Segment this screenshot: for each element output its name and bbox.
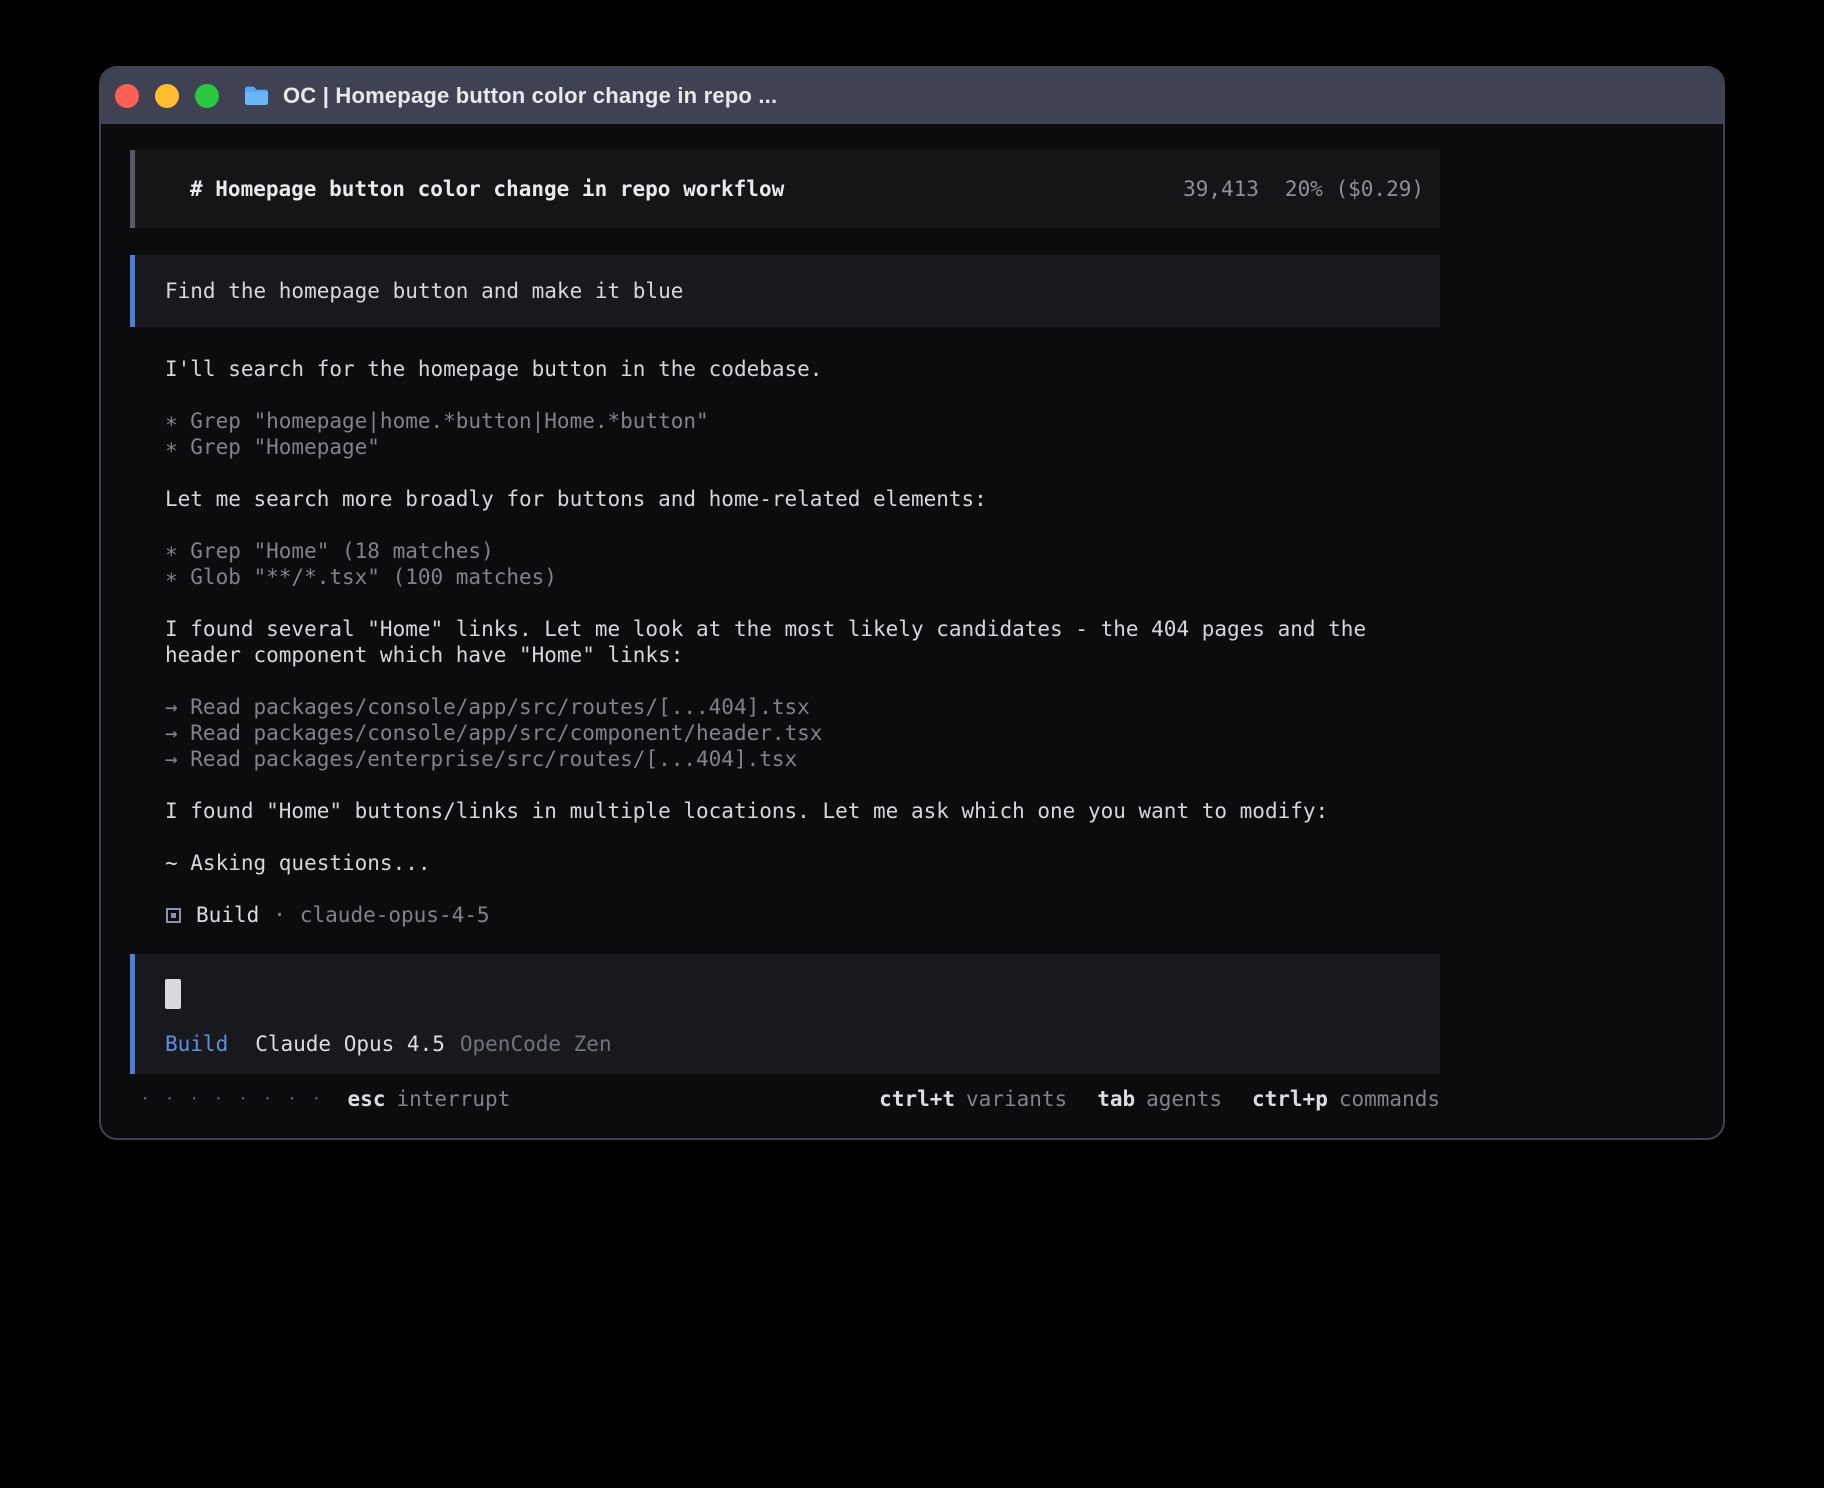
status-line: ~ Asking questions...	[165, 850, 1723, 876]
status-group: ~ Asking questions...	[165, 850, 1723, 876]
input-mode: Build	[165, 1031, 228, 1057]
shortcut-key: tab	[1097, 1086, 1135, 1112]
spinner-dots-icon: · · · · · · · ·	[140, 1086, 324, 1112]
tool-call-grep: ∗ Grep "homepage|home.*button|Home.*butt…	[165, 408, 1723, 434]
text-cursor	[165, 979, 181, 1009]
assistant-message: Let me search more broadly for buttons a…	[165, 486, 1723, 512]
tool-call-read: → Read packages/enterprise/src/routes/[.…	[165, 746, 1723, 772]
shortcut-label: commands	[1339, 1086, 1440, 1112]
window-title: OC | Homepage button color change in rep…	[283, 83, 777, 109]
traffic-lights	[115, 84, 219, 108]
shortcut-variants: ctrl+t variants	[879, 1086, 1067, 1112]
shortcut-key: ctrl+p	[1252, 1086, 1328, 1112]
session-stats: 39,413 20% ($0.29)	[1183, 177, 1424, 201]
tool-call-grep: ∗ Grep "Homepage"	[165, 434, 1723, 460]
input-provider: OpenCode Zen	[460, 1031, 612, 1057]
user-message-text: Find the homepage button and make it blu…	[165, 279, 683, 303]
agent-name: Build	[196, 902, 259, 928]
esc-key-label: esc	[348, 1086, 386, 1112]
tool-call-read: → Read packages/console/app/src/componen…	[165, 720, 1723, 746]
tool-call-group: ∗ Grep "Home" (18 matches) ∗ Glob "**/*.…	[165, 538, 1723, 590]
shortcut-label: agents	[1146, 1086, 1222, 1112]
session-header: # Homepage button color change in repo w…	[130, 150, 1440, 228]
assistant-message: I found "Home" buttons/links in multiple…	[165, 798, 1723, 824]
session-title: # Homepage button color change in repo w…	[190, 177, 1183, 201]
tool-call-group: ∗ Grep "homepage|home.*button|Home.*butt…	[165, 408, 1723, 460]
assistant-message-group: I found several "Home" links. Let me loo…	[165, 616, 1723, 668]
minimize-button[interactable]	[155, 84, 179, 108]
assistant-message: I found several "Home" links. Let me loo…	[165, 616, 1405, 668]
assistant-message-group: Let me search more broadly for buttons a…	[165, 486, 1723, 512]
tool-call-grep: ∗ Grep "Home" (18 matches)	[165, 538, 1723, 564]
tool-call-read: → Read packages/console/app/src/routes/[…	[165, 694, 1723, 720]
context-cost: 20% ($0.29)	[1285, 177, 1424, 201]
window-titlebar: OC | Homepage button color change in rep…	[101, 68, 1723, 124]
terminal-window: OC | Homepage button color change in rep…	[99, 66, 1725, 1140]
shortcut-commands: ctrl+p commands	[1252, 1086, 1440, 1112]
assistant-message: I'll search for the homepage button in t…	[165, 356, 1723, 382]
assistant-message-group: I'll search for the homepage button in t…	[165, 356, 1723, 382]
input-model: Claude Opus 4.5	[255, 1031, 445, 1057]
user-message: Find the homepage button and make it blu…	[130, 255, 1440, 327]
shortcut-agents: tab agents	[1097, 1086, 1222, 1112]
agent-separator: ·	[273, 902, 286, 928]
token-count: 39,413	[1183, 177, 1259, 201]
assistant-message-group: I found "Home" buttons/links in multiple…	[165, 798, 1723, 824]
tool-call-group: → Read packages/console/app/src/routes/[…	[165, 694, 1723, 772]
prompt-input[interactable]: Build Claude Opus 4.5 OpenCode Zen	[130, 954, 1440, 1074]
close-button[interactable]	[115, 84, 139, 108]
interrupt-hint: esc interrupt	[348, 1086, 511, 1112]
shortcut-key: ctrl+t	[879, 1086, 955, 1112]
agent-icon	[165, 907, 182, 924]
input-meta: Build Claude Opus 4.5 OpenCode Zen	[165, 1031, 1440, 1057]
folder-icon	[243, 85, 270, 107]
zoom-button[interactable]	[195, 84, 219, 108]
interrupt-label: interrupt	[396, 1086, 510, 1112]
tool-call-glob: ∗ Glob "**/*.tsx" (100 matches)	[165, 564, 1723, 590]
keyboard-shortcuts: ctrl+t variants tab agents ctrl+p comman…	[879, 1086, 1440, 1112]
shortcut-label: variants	[966, 1086, 1067, 1112]
conversation: I'll search for the homepage button in t…	[165, 356, 1723, 928]
terminal-content: # Homepage button color change in repo w…	[101, 124, 1723, 1112]
titlebar-title-group: OC | Homepage button color change in rep…	[243, 83, 777, 109]
agent-model: claude-opus-4-5	[300, 902, 490, 928]
agent-status-line: Build · claude-opus-4-5	[165, 902, 1723, 928]
status-bar: · · · · · · · · esc interrupt ctrl+t var…	[130, 1086, 1440, 1112]
